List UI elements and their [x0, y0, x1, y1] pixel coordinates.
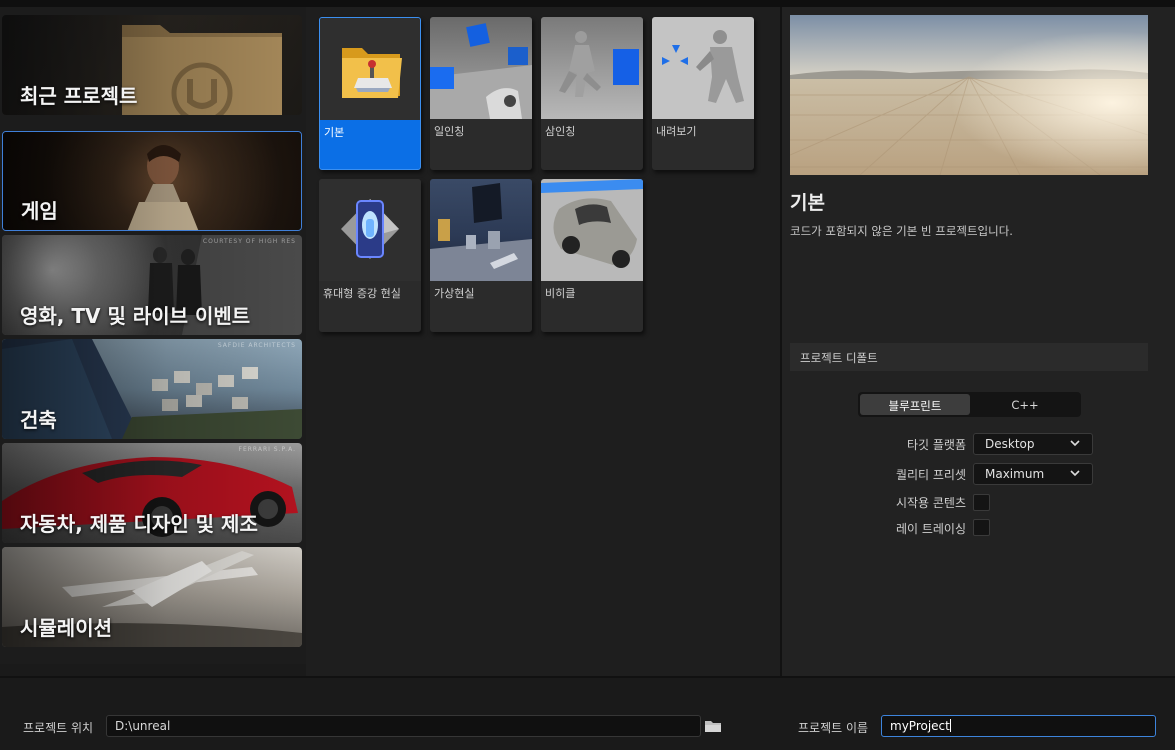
category-label: 시뮬레이션 [20, 616, 112, 640]
folder-controller-icon [320, 18, 420, 120]
top-down-scene [652, 17, 754, 119]
first-person-scene [430, 17, 532, 119]
template-tile-third-person[interactable]: 삼인칭 [541, 17, 643, 170]
category-architecture[interactable]: SAFDIE ARCHITECTS 건축 [2, 339, 302, 439]
template-label: 삼인칭 [545, 125, 576, 138]
template-description: 코드가 포함되지 않은 기본 빈 프로젝트입니다. [790, 224, 1013, 238]
project-location-input[interactable]: D:\unreal [106, 715, 701, 737]
virtual-reality-scene [430, 179, 532, 281]
bottom-bar: 프로젝트 위치 D:\unreal 프로젝트 이름 myProject [0, 676, 1175, 750]
template-grid: 기본 일인칭 삼인칭 내려보기 휴대형 증강 현실 가상현실 비히클 [306, 7, 780, 676]
cpp-option[interactable]: C++ [971, 394, 1079, 415]
template-title: 기본 [790, 192, 825, 214]
template-label: 비히클 [545, 287, 576, 300]
category-simulation[interactable]: 시뮬레이션 [2, 547, 302, 647]
project-location-label: 프로젝트 위치 [23, 721, 94, 735]
template-tile-first-person[interactable]: 일인칭 [430, 17, 532, 170]
quality-preset-dropdown[interactable]: Maximum [973, 463, 1093, 485]
project-name-value: myProject [890, 719, 950, 733]
category-list: 최근 프로젝트 게임 COURTESY OF HIGH RES 영화, TV 및… [0, 7, 306, 664]
template-tile-virtual-reality[interactable]: 가상현실 [430, 179, 532, 332]
template-tile-top-down[interactable]: 내려보기 [652, 17, 754, 170]
category-recent-projects[interactable]: 최근 프로젝트 [2, 15, 302, 115]
project-defaults-header: 프로젝트 디폴트 [790, 343, 1148, 371]
starter-content-checkbox[interactable] [973, 494, 990, 511]
template-preview-image [790, 15, 1148, 175]
language-toggle: 블루프린트 C++ [858, 392, 1081, 417]
raytracing-checkbox[interactable] [973, 519, 990, 536]
template-label: 내려보기 [656, 125, 697, 138]
template-details-panel: 기본 코드가 포함되지 않은 기본 빈 프로젝트입니다. 프로젝트 디폴트 블루… [782, 7, 1175, 676]
category-label: 자동차, 제품 디자인 및 제조 [20, 512, 258, 536]
template-tile-handheld-ar[interactable]: 휴대형 증강 현실 [319, 179, 421, 332]
category-label: 최근 프로젝트 [20, 84, 138, 108]
starter-content-label: 시작용 콘텐츠 [895, 496, 966, 510]
category-games[interactable]: 게임 [2, 131, 302, 231]
category-label: 영화, TV 및 라이브 이벤트 [20, 304, 251, 328]
blueprint-option[interactable]: 블루프린트 [860, 394, 970, 415]
project-name-input[interactable]: myProject [881, 715, 1156, 737]
quality-preset-value: Maximum [985, 467, 1045, 481]
handheld-ar-icon [319, 179, 421, 281]
image-credit: FERRARI S.P.A. [238, 446, 296, 453]
image-credit: COURTESY OF HIGH RES [202, 238, 296, 245]
image-credit: SAFDIE ARCHITECTS [217, 342, 296, 349]
template-label: 일인칭 [434, 125, 465, 138]
template-label: 휴대형 증강 현실 [323, 287, 401, 300]
chevron-down-icon [1070, 440, 1080, 447]
chevron-down-icon [1070, 470, 1080, 477]
category-film-tv-live[interactable]: COURTESY OF HIGH RES 영화, TV 및 라이브 이벤트 [2, 235, 302, 335]
target-platform-label: 타깃 플랫폼 [906, 438, 966, 452]
third-person-scene [541, 17, 643, 119]
template-tile-vehicle[interactable]: 비히클 [541, 179, 643, 332]
category-label: 게임 [21, 199, 58, 223]
category-label: 건축 [20, 408, 57, 432]
target-platform-dropdown[interactable]: Desktop [973, 433, 1093, 455]
project-name-label: 프로젝트 이름 [798, 721, 869, 735]
category-automotive[interactable]: FERRARI S.P.A. 자동차, 제품 디자인 및 제조 [2, 443, 302, 543]
raytracing-label: 레이 트레이싱 [895, 522, 966, 536]
quality-preset-label: 퀄리티 프리셋 [895, 468, 966, 482]
text-caret [949, 719, 951, 732]
template-label: 기본 [324, 126, 345, 139]
folder-browse-icon[interactable] [704, 719, 722, 733]
template-label: 가상현실 [434, 287, 475, 300]
vehicle-scene [541, 179, 643, 281]
window-top-strip [0, 0, 1175, 7]
template-tile-blank[interactable]: 기본 [319, 17, 421, 170]
target-platform-value: Desktop [985, 437, 1035, 451]
